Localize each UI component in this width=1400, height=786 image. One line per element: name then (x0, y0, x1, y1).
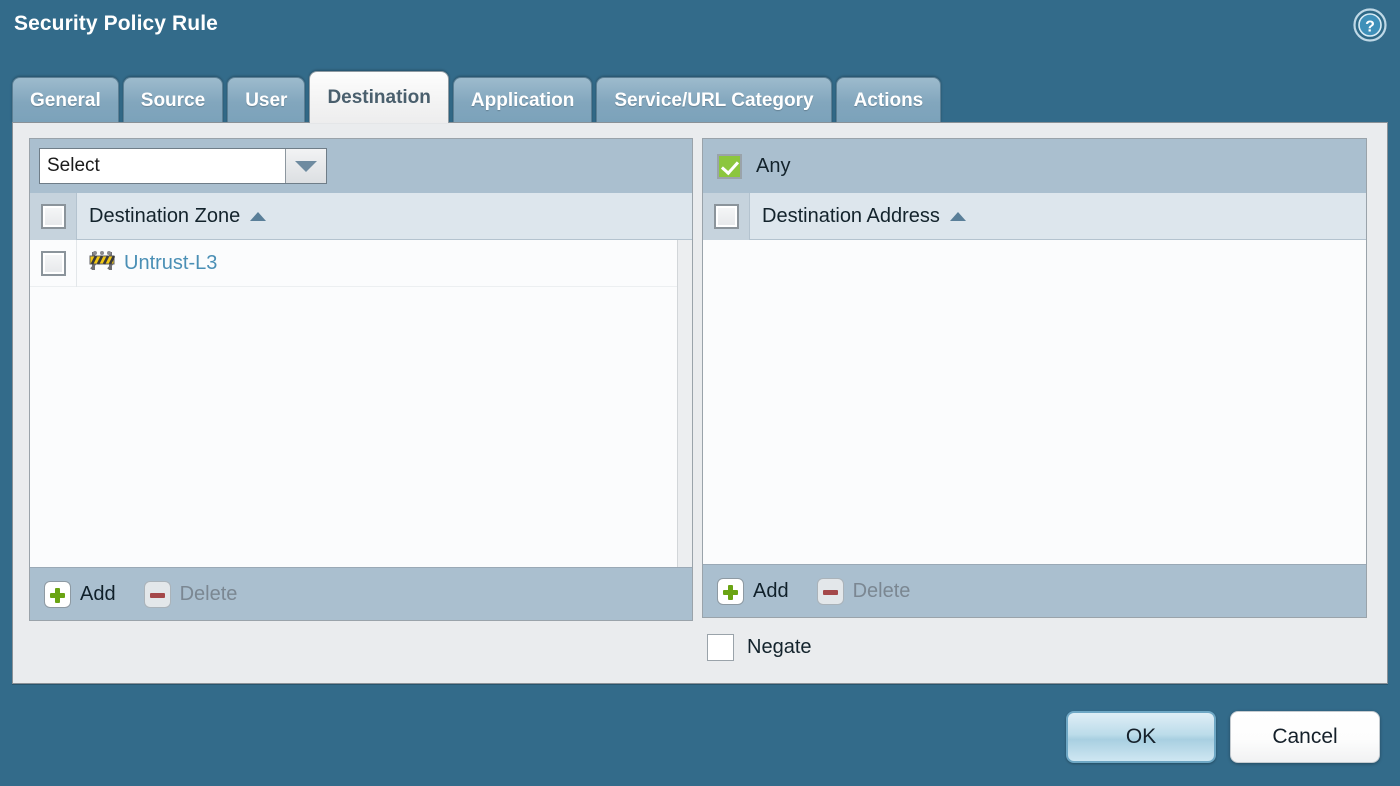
destination-zone-listbox: Select Destination Zone (29, 138, 693, 621)
plus-icon (44, 581, 71, 608)
address-any-toolbar: Any (703, 139, 1366, 193)
dialog-button-bar: OK Cancel (1066, 711, 1380, 763)
address-any-label: Any (756, 155, 790, 178)
tab-application[interactable]: Application (453, 77, 592, 123)
zone-delete-button[interactable]: Delete (144, 581, 238, 608)
tab-destination[interactable]: Destination (309, 71, 448, 123)
zone-row-checkbox[interactable] (41, 251, 66, 276)
address-action-bar: Add Delete (703, 564, 1366, 617)
plus-icon (717, 578, 744, 605)
zone-column-header-label: Destination Zone (89, 205, 240, 228)
minus-icon (817, 578, 844, 605)
svg-text:?: ? (1365, 19, 1375, 36)
zone-row-label[interactable]: Untrust-L3 (124, 252, 217, 275)
address-delete-label: Delete (853, 580, 911, 603)
zone-list-body: Untrust-L3 (30, 240, 692, 567)
zone-select[interactable]: Select (39, 148, 327, 184)
zone-toolbar: Select (30, 139, 692, 193)
cancel-button[interactable]: Cancel (1230, 711, 1380, 763)
security-policy-rule-dialog: Security Policy Rule ? General Source Us… (0, 0, 1400, 786)
zone-delete-label: Delete (180, 583, 238, 606)
address-add-label: Add (753, 580, 789, 603)
zone-barrier-icon (89, 250, 115, 277)
tab-user[interactable]: User (227, 77, 305, 123)
address-list-body (703, 240, 1366, 564)
tab-general[interactable]: General (12, 77, 119, 123)
negate-row: Negate (702, 634, 1367, 661)
zone-add-button[interactable]: Add (44, 581, 116, 608)
address-any-checkbox[interactable] (717, 154, 742, 179)
negate-checkbox[interactable] (707, 634, 734, 661)
zone-select-value: Select (40, 149, 285, 183)
zone-row-content: Untrust-L3 (77, 250, 217, 277)
destination-zone-column: Select Destination Zone (29, 138, 693, 661)
address-select-all-cell (703, 193, 750, 240)
help-circle-icon[interactable]: ? (1353, 8, 1387, 42)
address-rows (703, 240, 1366, 564)
destination-address-listbox: Any Destination Address (702, 138, 1367, 618)
zone-list-scrollbar[interactable] (677, 240, 692, 567)
zone-table-header: Destination Zone (30, 193, 692, 240)
sort-ascending-icon (950, 212, 966, 221)
zone-select-all-checkbox[interactable] (41, 204, 66, 229)
zone-rows: Untrust-L3 (30, 240, 677, 567)
sort-ascending-icon (250, 212, 266, 221)
address-delete-button[interactable]: Delete (817, 578, 911, 605)
address-table-header: Destination Address (703, 193, 1366, 240)
address-column-header-label: Destination Address (762, 205, 940, 228)
address-add-button[interactable]: Add (717, 578, 789, 605)
dialog-titlebar: Security Policy Rule ? (0, 0, 1400, 58)
zone-select-all-cell (30, 193, 77, 240)
ok-button[interactable]: OK (1066, 711, 1216, 763)
chevron-down-icon[interactable] (285, 149, 326, 183)
minus-icon (144, 581, 171, 608)
tab-source[interactable]: Source (123, 77, 223, 123)
tab-actions[interactable]: Actions (836, 77, 942, 123)
zone-action-bar: Add Delete (30, 567, 692, 620)
destination-address-column: Any Destination Address (702, 138, 1367, 661)
destination-columns: Select Destination Zone (29, 138, 1375, 661)
address-select-all-checkbox[interactable] (714, 204, 739, 229)
tab-strip: General Source User Destination Applicat… (12, 71, 941, 123)
address-column-header[interactable]: Destination Address (750, 205, 966, 228)
zone-column-header[interactable]: Destination Zone (77, 205, 266, 228)
destination-tab-panel: Select Destination Zone (12, 122, 1388, 684)
table-row[interactable]: Untrust-L3 (30, 240, 677, 287)
zone-add-label: Add (80, 583, 116, 606)
dialog-title: Security Policy Rule (14, 12, 218, 36)
zone-row-checkbox-cell (30, 240, 77, 287)
negate-label: Negate (747, 636, 812, 659)
tab-service-url-category[interactable]: Service/URL Category (596, 77, 831, 123)
